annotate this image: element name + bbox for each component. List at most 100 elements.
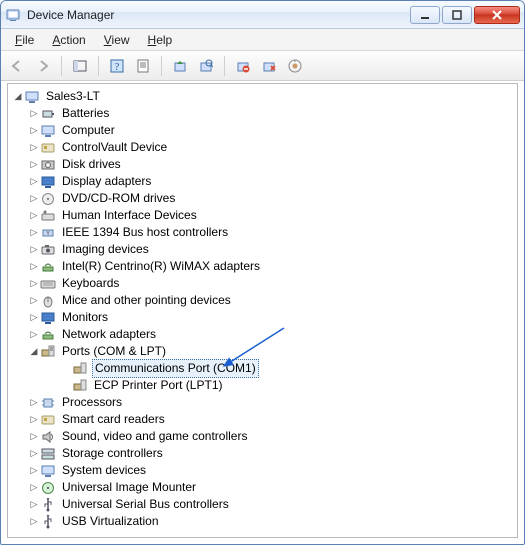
tree-category-label: DVD/CD-ROM drives: [62, 191, 175, 205]
tree-item-lpt1[interactable]: ECP Printer Port (LPT1): [10, 377, 515, 394]
titlebar[interactable]: Device Manager: [1, 1, 524, 29]
tree-category[interactable]: ▷System devices: [10, 462, 515, 479]
tree-category-label: Sound, video and game controllers: [62, 429, 247, 443]
tree-category-label: Mice and other pointing devices: [62, 293, 231, 307]
expand-icon[interactable]: ▷: [28, 275, 40, 292]
expand-icon[interactable]: ▷: [28, 445, 40, 462]
category-icon: [40, 497, 56, 513]
expand-icon[interactable]: ▷: [28, 156, 40, 173]
menu-action[interactable]: Action: [44, 31, 93, 49]
forward-button[interactable]: [31, 55, 55, 77]
tree-category-label: Network adapters: [62, 327, 156, 341]
tree-category[interactable]: ▷ Display adapters: [10, 173, 515, 190]
expand-icon[interactable]: ▷: [28, 105, 40, 122]
tree-category[interactable]: ▷ Storage controllers: [10, 445, 515, 462]
tree-category-label: Universal Serial Bus controllers: [62, 497, 229, 511]
expand-icon[interactable]: ▷: [28, 224, 40, 241]
update-driver-button[interactable]: [168, 55, 192, 77]
uninstall-button[interactable]: [231, 55, 255, 77]
menu-help[interactable]: Help: [140, 31, 181, 49]
expand-icon[interactable]: ▷: [28, 479, 40, 496]
expand-icon[interactable]: ▷: [28, 411, 40, 428]
tree-category[interactable]: ▷ Universal Image Mounter: [10, 479, 515, 496]
tree-item-label: Communications Port (COM1): [95, 361, 256, 375]
tree-category[interactable]: ▷Imaging devices: [10, 241, 515, 258]
tree-category[interactable]: ▷Processors: [10, 394, 515, 411]
tree-category[interactable]: ▷Batteries: [10, 105, 515, 122]
expand-icon[interactable]: ▷: [28, 190, 40, 207]
tree-category[interactable]: ▷USB Virtualization: [10, 513, 515, 530]
minimize-button[interactable]: [410, 6, 440, 24]
tree-panel: ◢ Sales3-LT ▷Batteries▷Computer▷ControlV…: [7, 83, 518, 538]
expand-icon[interactable]: ▷: [28, 122, 40, 139]
menu-view[interactable]: View: [96, 31, 138, 49]
tree-category-label: Display adapters: [62, 174, 151, 188]
tree-item-com1[interactable]: Communications Port (COM1): [10, 360, 515, 377]
expand-icon[interactable]: ▷: [28, 462, 40, 479]
tree-category-ports[interactable]: ◢ Ports (COM & LPT): [10, 343, 515, 360]
toolbar-separator: [98, 56, 99, 76]
help-button[interactable]: ?: [105, 55, 129, 77]
expand-icon[interactable]: ▷: [28, 173, 40, 190]
ports-icon: [40, 344, 56, 360]
tree-category[interactable]: ▷ Network adapters: [10, 326, 515, 343]
tree-category[interactable]: ▷Computer: [10, 122, 515, 139]
toolbar: ?: [1, 51, 524, 81]
device-manager-window: Device Manager File Action View Help: [0, 0, 525, 545]
expand-icon[interactable]: ▷: [28, 258, 40, 275]
enable-button[interactable]: [283, 55, 307, 77]
toolbar-separator: [161, 56, 162, 76]
tree-category-label: IEEE 1394 Bus host controllers: [62, 225, 228, 239]
expand-icon[interactable]: ▷: [28, 428, 40, 445]
expand-icon[interactable]: ▷: [28, 496, 40, 513]
expand-icon[interactable]: ▷: [28, 309, 40, 326]
maximize-button[interactable]: [442, 6, 472, 24]
tree-category-label: Universal Image Mounter: [62, 480, 196, 494]
tree-category[interactable]: ▷ Smart card readers: [10, 411, 515, 428]
category-icon: [40, 140, 56, 156]
tree-category[interactable]: ▷Keyboards: [10, 275, 515, 292]
tree-category-label: Storage controllers: [62, 446, 163, 460]
category-icon: [40, 157, 56, 173]
show-hide-tree-button[interactable]: [68, 55, 92, 77]
tree-category[interactable]: ▷ Universal Serial Bus controllers: [10, 496, 515, 513]
tree-category[interactable]: ▷ControlVault Device: [10, 139, 515, 156]
tree-category-label: Smart card readers: [62, 412, 165, 426]
expand-icon[interactable]: ▷: [28, 326, 40, 343]
tree-root[interactable]: ◢ Sales3-LT: [10, 88, 515, 105]
category-icon: [40, 106, 56, 122]
category-icon: Y: [40, 225, 56, 241]
category-icon: [40, 395, 56, 411]
category-icon: [40, 327, 56, 343]
disable-button[interactable]: [257, 55, 281, 77]
category-icon: [40, 412, 56, 428]
expand-icon[interactable]: ▷: [28, 292, 40, 309]
tree-category[interactable]: ▷Human Interface Devices: [10, 207, 515, 224]
expand-icon[interactable]: ▷: [28, 241, 40, 258]
properties-button[interactable]: [131, 55, 155, 77]
close-button[interactable]: [474, 6, 520, 24]
category-icon: [40, 242, 56, 258]
expand-icon[interactable]: ▷: [28, 394, 40, 411]
tree-item-label: ECP Printer Port (LPT1): [94, 378, 222, 392]
scan-hardware-button[interactable]: [194, 55, 218, 77]
back-button[interactable]: [5, 55, 29, 77]
tree-category[interactable]: ▷ Sound, video and game controllers: [10, 428, 515, 445]
category-icon: [40, 514, 56, 530]
expand-icon[interactable]: ▷: [28, 513, 40, 530]
expand-icon[interactable]: ▷: [28, 207, 40, 224]
expand-icon[interactable]: ▷: [28, 139, 40, 156]
tree-category[interactable]: ▷ DVD/CD-ROM drives: [10, 190, 515, 207]
device-tree[interactable]: ◢ Sales3-LT ▷Batteries▷Computer▷ControlV…: [8, 84, 517, 537]
tree-category-label: Disk drives: [62, 157, 121, 171]
collapse-icon[interactable]: ◢: [12, 88, 24, 105]
tree-category[interactable]: ▷Y IEEE 1394 Bus host controllers: [10, 224, 515, 241]
menu-file[interactable]: File: [7, 31, 42, 49]
category-icon: [40, 191, 56, 207]
tree-category[interactable]: ▷ Disk drives: [10, 156, 515, 173]
collapse-icon[interactable]: ◢: [28, 343, 40, 360]
tree-category[interactable]: ▷Monitors: [10, 309, 515, 326]
tree-category[interactable]: ▷ Mice and other pointing devices: [10, 292, 515, 309]
svg-text:?: ?: [115, 62, 120, 73]
tree-category[interactable]: ▷Intel(R) Centrino(R) WiMAX adapters: [10, 258, 515, 275]
